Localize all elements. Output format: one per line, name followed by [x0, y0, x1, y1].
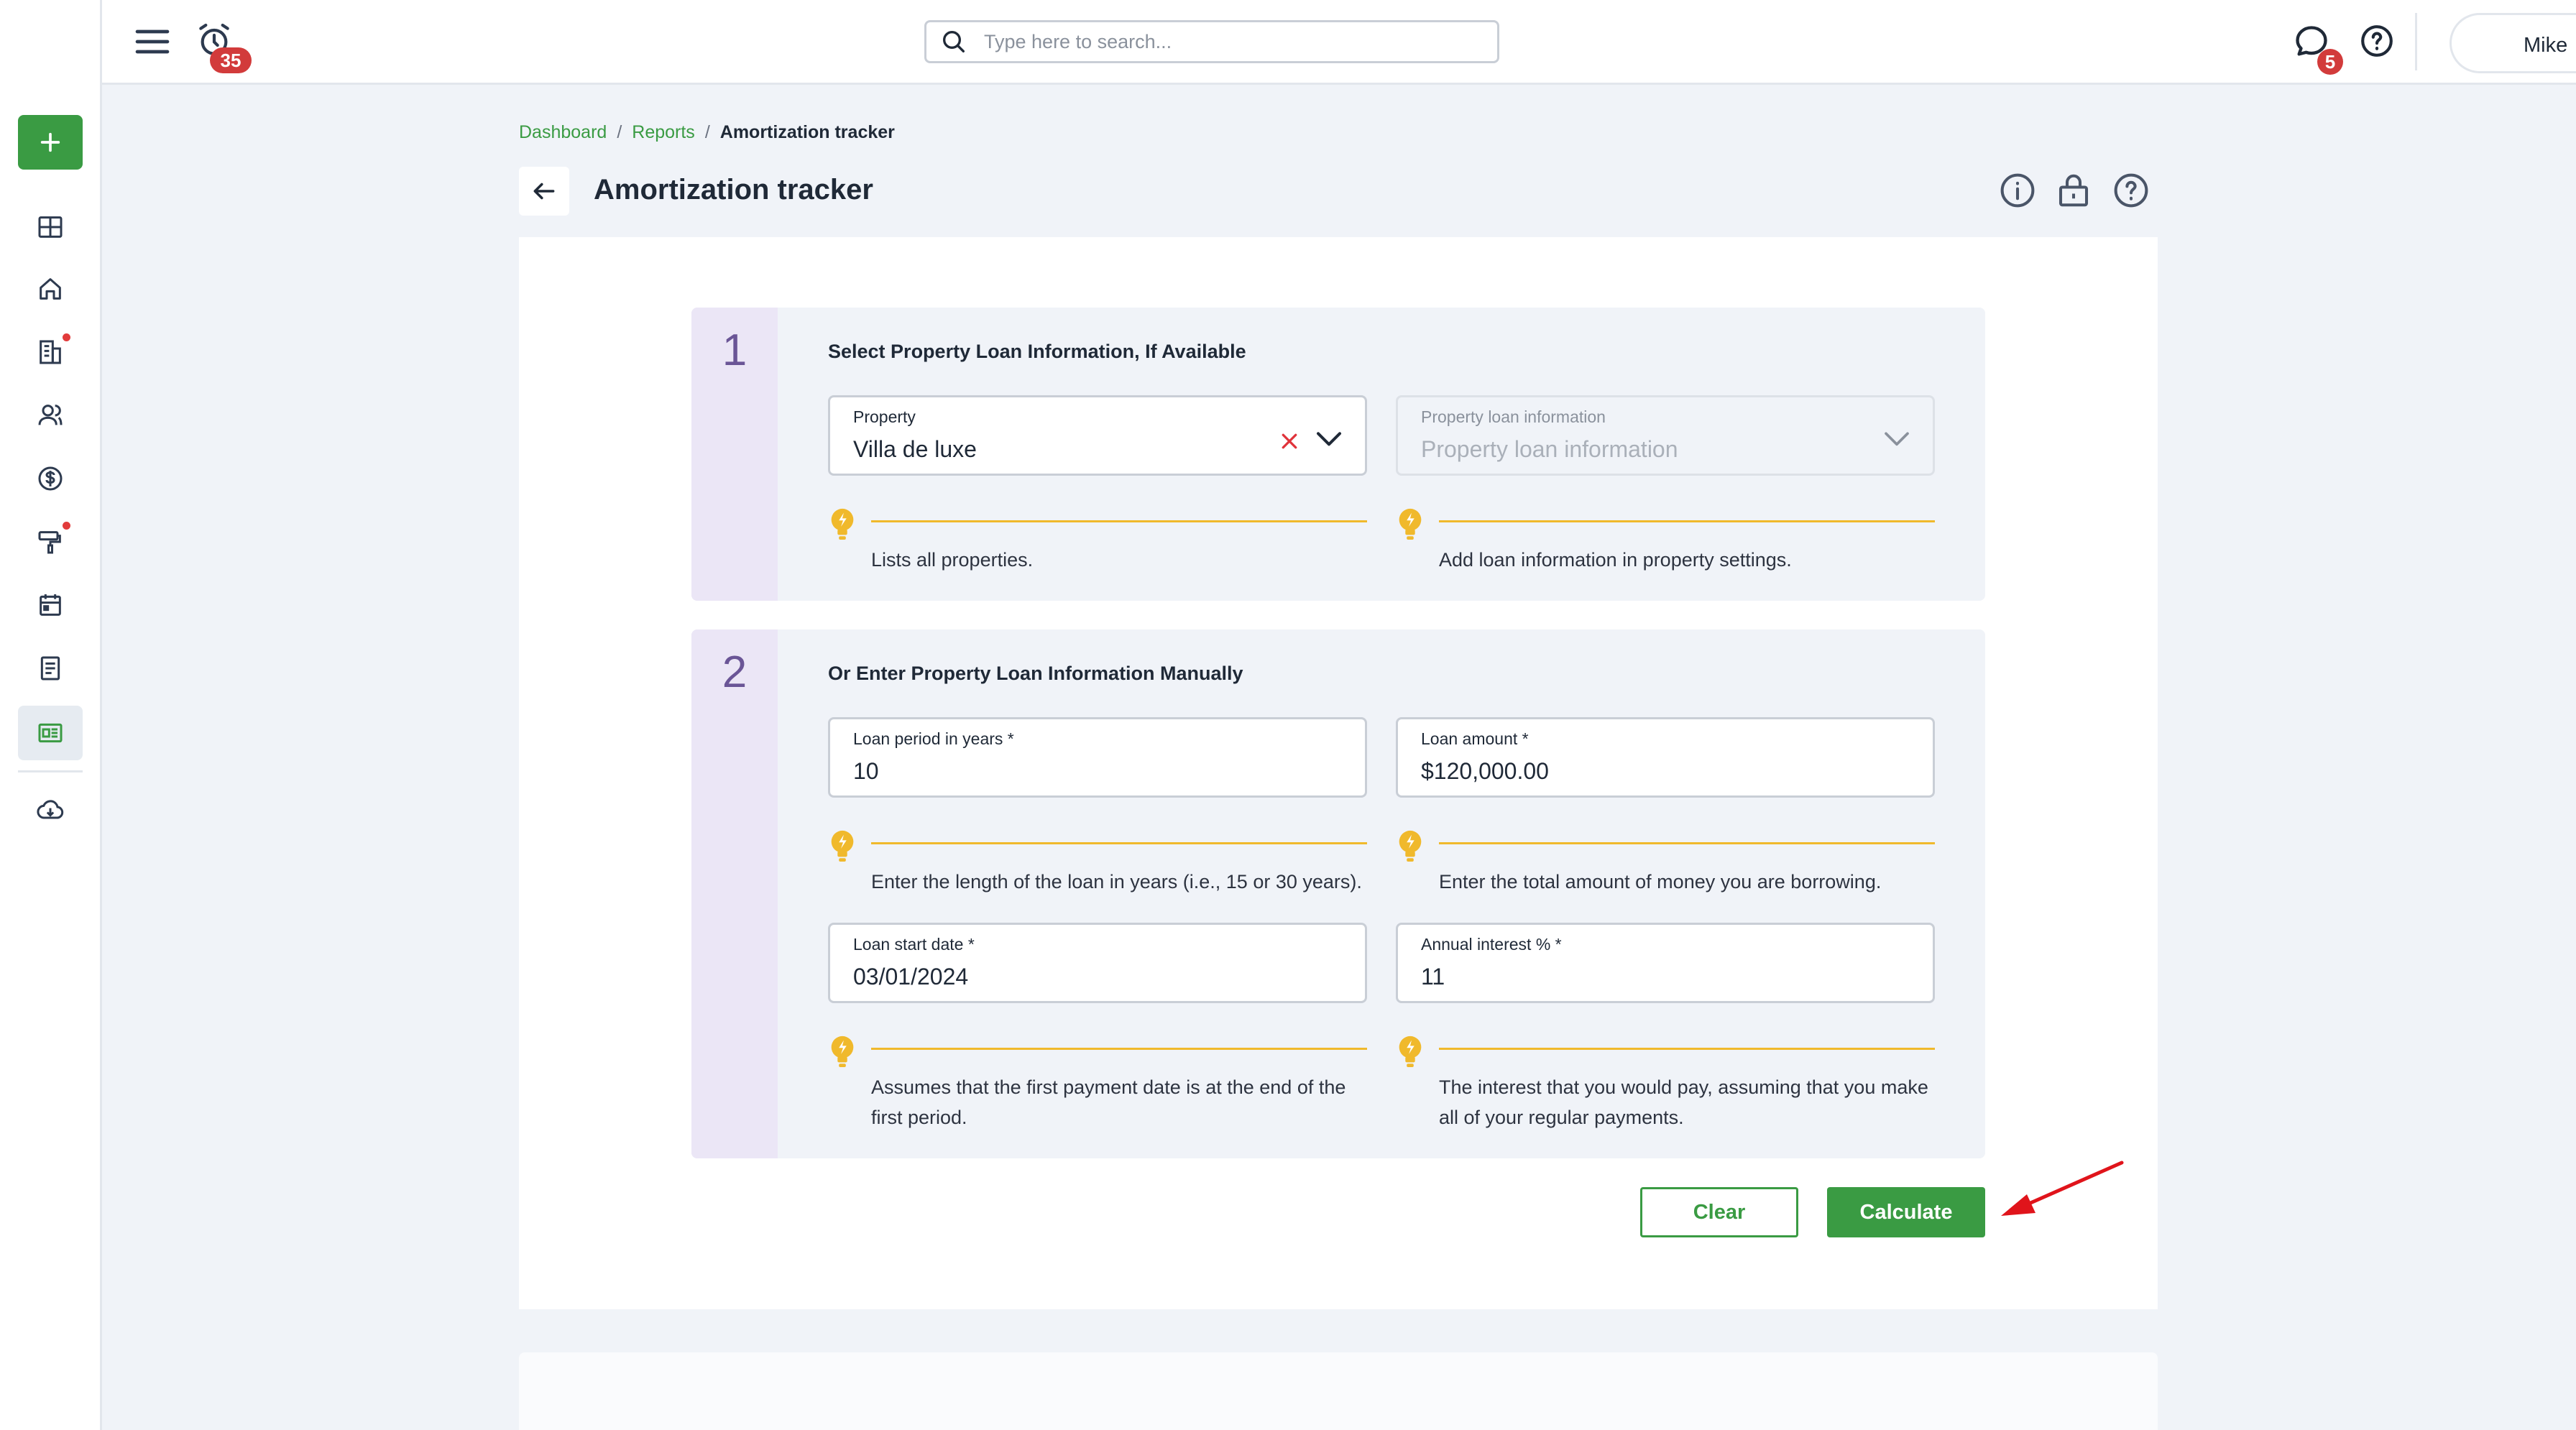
notification-dot: [63, 333, 70, 341]
hint-divider: [1439, 842, 1935, 844]
user-menu[interactable]: Mike: [2450, 13, 2576, 73]
help-circle-icon[interactable]: [2112, 171, 2150, 210]
field-placeholder: Property loan information: [1421, 436, 1678, 462]
field-label: Loan period in years *: [853, 729, 1014, 748]
field-label: Property loan information: [1421, 407, 1606, 426]
arrow-left-icon: [533, 183, 555, 200]
top-bar: 35 5 Mike: [102, 0, 2576, 85]
sidebar-item-downloads[interactable]: [18, 783, 83, 838]
field-value: 03/01/2024: [853, 964, 969, 990]
section-number: 2: [691, 629, 778, 1158]
section-manual-entry: 2 Or Enter Property Loan Information Man…: [691, 629, 1985, 1158]
sidebar-item-properties[interactable]: [18, 262, 83, 316]
lightbulb-icon: [831, 1035, 854, 1068]
loan-amount-input[interactable]: Loan amount * $120,000.00: [1396, 717, 1935, 798]
home-icon: [40, 278, 61, 300]
user-name: Mike: [2524, 34, 2568, 57]
sidebar-item-leasing[interactable]: [18, 325, 83, 379]
field-label: Loan start date *: [853, 935, 975, 954]
field-label: Property: [853, 407, 916, 426]
report-icon: [38, 723, 63, 743]
hint-divider: [871, 842, 1367, 844]
chevron-down-icon[interactable]: [1315, 428, 1343, 449]
loan-period-input[interactable]: Loan period in years * 10: [828, 717, 1367, 798]
sidebar-item-people[interactable]: [18, 388, 83, 443]
plus-icon: [40, 132, 60, 152]
section-title: Or Enter Property Loan Information Manua…: [828, 663, 1243, 684]
lock-icon[interactable]: [2054, 171, 2093, 210]
cloud-download-icon: [37, 800, 64, 819]
property-loan-info-select: Property loan information Property loan …: [1396, 395, 1935, 476]
breadcrumb-link-dashboard[interactable]: Dashboard: [519, 122, 607, 143]
breadcrumb-separator: /: [617, 122, 622, 142]
hamburger-menu-icon[interactable]: [131, 22, 174, 62]
grid-icon: [38, 216, 63, 238]
lightbulb-icon: [1399, 830, 1422, 862]
annual-interest-input[interactable]: Annual interest % * 11: [1396, 923, 1935, 1003]
page-title: Amortization tracker: [594, 174, 873, 206]
section-select-property: 1 Select Property Loan Information, If A…: [691, 308, 1985, 601]
users-icon: [38, 405, 63, 425]
chevron-down-icon: [1885, 432, 1909, 446]
help-icon[interactable]: [2359, 23, 2395, 59]
calendar-icon: [40, 594, 61, 616]
field-label: Annual interest % *: [1421, 935, 1562, 954]
results-card: [519, 1352, 2158, 1430]
sidebar-divider: [18, 770, 83, 772]
topbar-divider: [2415, 13, 2417, 70]
alarm-badge: 35: [210, 47, 252, 73]
section-title: Select Property Loan Information, If Ava…: [828, 341, 1246, 362]
hint-text: Add loan information in property setting…: [1439, 549, 1792, 571]
chat-badge: 5: [2317, 49, 2343, 75]
field-label: Loan amount *: [1421, 729, 1529, 748]
lightbulb-icon: [1399, 1035, 1422, 1068]
sidebar: [0, 0, 102, 1430]
search-icon: [943, 31, 965, 53]
field-value: 10: [853, 758, 879, 784]
sidebar-item-documents[interactable]: [18, 641, 83, 696]
paint-roller-icon: [38, 531, 61, 554]
hint-divider: [1439, 520, 1935, 522]
clear-button[interactable]: Clear: [1640, 1187, 1798, 1237]
field-value: 11: [1421, 964, 1445, 990]
hint-divider: [1439, 1048, 1935, 1050]
breadcrumb: Dashboard / Reports / Amortization track…: [519, 122, 895, 143]
search-input[interactable]: [984, 30, 1473, 53]
breadcrumb-current: Amortization tracker: [719, 122, 895, 142]
sidebar-item-dashboard[interactable]: [18, 200, 83, 254]
sidebar-item-maintenance[interactable]: [18, 515, 83, 569]
clear-x-icon[interactable]: [1279, 430, 1300, 452]
info-icon[interactable]: [1998, 171, 2037, 210]
calculate-button[interactable]: Calculate: [1827, 1187, 1985, 1237]
hint-divider: [871, 520, 1367, 522]
loan-start-date-input[interactable]: Loan start date * 03/01/2024: [828, 923, 1367, 1003]
back-button[interactable]: [519, 167, 569, 216]
notification-dot: [63, 522, 70, 530]
hint-text: The interest that you would pay, assumin…: [1439, 1076, 1928, 1128]
field-value: $120,000.00: [1421, 758, 1549, 784]
sidebar-item-accounting[interactable]: [18, 451, 83, 506]
dollar-icon: [38, 466, 63, 491]
field-value: Villa de luxe: [853, 436, 977, 462]
hint-text: Assumes that the first payment date is a…: [871, 1076, 1346, 1128]
property-select[interactable]: Property Villa de luxe: [828, 395, 1367, 476]
search-box[interactable]: [924, 20, 1499, 63]
annotation-arrow-icon: [2001, 1161, 2124, 1216]
breadcrumb-separator: /: [704, 122, 710, 142]
lightbulb-icon: [831, 508, 854, 540]
hint-divider: [871, 1048, 1367, 1050]
hint-text: Enter the total amount of money you are …: [1439, 871, 1882, 892]
add-button[interactable]: [18, 115, 83, 170]
section-number: 1: [691, 308, 778, 601]
hint-text: Enter the length of the loan in years (i…: [871, 871, 1362, 892]
document-icon: [40, 656, 60, 681]
lightbulb-icon: [1399, 508, 1422, 540]
breadcrumb-link-reports[interactable]: Reports: [632, 122, 695, 143]
sidebar-item-calendar[interactable]: [18, 578, 83, 632]
sidebar-item-reports[interactable]: [18, 706, 83, 760]
hint-text: Lists all properties.: [871, 549, 1034, 571]
lightbulb-icon: [831, 830, 854, 862]
building-doc-icon: [40, 340, 61, 364]
